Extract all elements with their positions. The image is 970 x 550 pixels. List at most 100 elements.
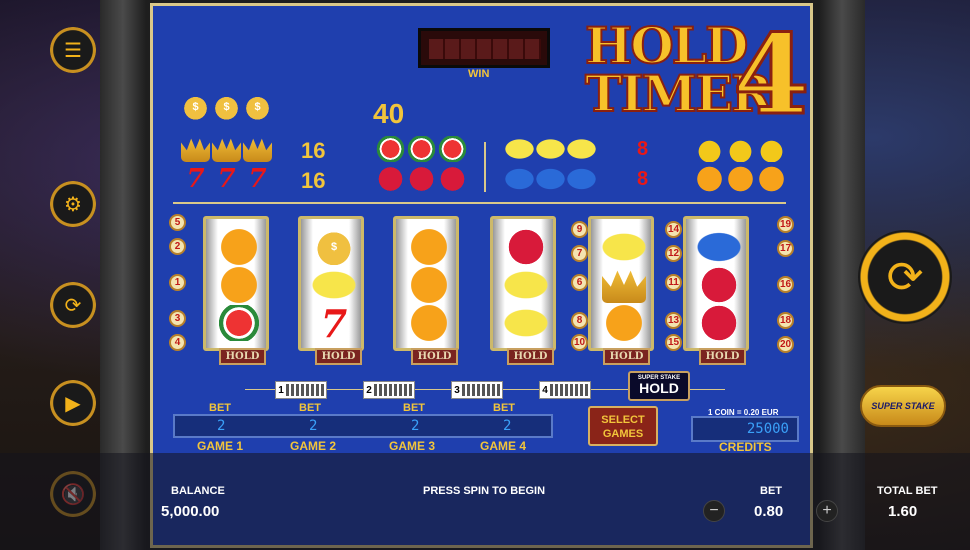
seven-icon: 7 <box>186 164 205 194</box>
money-bag-icon <box>212 94 241 120</box>
line-marker: 20 <box>777 336 794 353</box>
line-marker: 5 <box>169 214 186 231</box>
bet-label: BET <box>299 402 321 414</box>
paytable-divider <box>484 142 486 192</box>
line-marker: 17 <box>777 240 794 257</box>
hold-button-6[interactable]: HOLD <box>699 348 746 365</box>
super-stake-label: SUPER STAKE <box>871 401 935 411</box>
paytable-row-melons <box>376 136 467 162</box>
money-bag-icon <box>181 94 210 120</box>
turbo-button[interactable]: ▶ <box>50 380 96 426</box>
paytable-row-oranges <box>695 166 786 192</box>
money-bag-icon <box>243 94 272 120</box>
raspberry-icon <box>376 166 405 192</box>
win-label: WIN <box>468 68 490 80</box>
orange-icon <box>695 166 724 192</box>
game-meter-3: 3 <box>451 381 503 399</box>
line-marker: 10 <box>571 334 588 351</box>
game-bet-2[interactable]: 2 <box>309 418 317 434</box>
orange-icon <box>757 166 786 192</box>
settings-icon: ⚙ <box>64 193 82 216</box>
credits-label: CREDITS <box>719 440 772 454</box>
settings-button[interactable]: ⚙ <box>50 181 96 227</box>
line-marker: 6 <box>571 274 588 291</box>
reel-1 <box>203 216 269 351</box>
paytable-pay-crowns: 16 <box>301 138 326 163</box>
game-label-4: GAME 4 <box>480 439 527 453</box>
game-bet-1[interactable]: 2 <box>217 418 225 434</box>
menu-button[interactable]: ☰ <box>50 27 96 73</box>
lemon-icon <box>504 305 548 341</box>
watermelon-icon <box>217 305 261 341</box>
game-bet-4[interactable]: 2 <box>503 418 511 434</box>
line-marker: 4 <box>169 334 186 351</box>
bet-decrease-button[interactable]: − <box>703 500 725 522</box>
total-bet-label: TOTAL BET <box>877 485 938 497</box>
paytable-row-plums <box>505 166 596 192</box>
super-stake-button[interactable]: SUPER STAKE <box>860 385 946 427</box>
super-stake-hold-button[interactable]: SUPER STAKE HOLD <box>628 371 690 401</box>
watermelon-icon <box>407 136 436 162</box>
hold-button-4[interactable]: HOLD <box>507 348 554 365</box>
lemon-icon <box>504 267 548 303</box>
line-marker: 13 <box>665 312 682 329</box>
raspberry-icon <box>407 166 436 192</box>
lemon-icon <box>505 136 534 162</box>
line-marker: 3 <box>169 310 186 327</box>
watermelon-icon <box>376 136 405 162</box>
total-bet-value: 1.60 <box>888 503 918 520</box>
game-bet-3[interactable]: 2 <box>411 418 419 434</box>
paytable-pay-bags: 40 <box>373 98 405 129</box>
paytable-row-lemons <box>505 136 596 162</box>
line-marker: 11 <box>665 274 682 291</box>
orange-icon <box>407 267 451 303</box>
paytable-pay-plums: 8 <box>637 168 649 190</box>
spin-icon: ⟳ <box>886 252 924 302</box>
line-marker: 12 <box>665 245 682 262</box>
hold-button-3[interactable]: HOLD <box>411 348 458 365</box>
autoplay-button[interactable]: ⟳ <box>50 282 96 328</box>
plum-icon <box>505 166 534 192</box>
bottom-bar: BALANCE 5,000.00 PRESS SPIN TO BEGIN − B… <box>0 453 970 550</box>
autoplay-icon: ⟳ <box>64 294 82 317</box>
bet-increase-button[interactable]: + <box>816 500 838 522</box>
lemon-icon <box>567 136 596 162</box>
win-display <box>418 28 550 68</box>
game-meter-4: 4 <box>539 381 591 399</box>
reel-4 <box>490 216 556 351</box>
plus-icon: + <box>822 502 832 519</box>
hold-button-1[interactable]: HOLD <box>219 348 266 365</box>
line-marker: 19 <box>777 216 794 233</box>
spin-button[interactable]: ⟳ <box>858 230 952 324</box>
balance-value: 5,000.00 <box>161 503 220 520</box>
paytable-pay-sevens: 16 <box>301 168 326 193</box>
orange-icon <box>602 305 646 341</box>
lemon-leaf-icon <box>757 136 786 162</box>
paytable-row-bags <box>181 94 272 120</box>
seven-icon: 7 <box>217 164 236 194</box>
line-marker: 9 <box>571 221 588 238</box>
crown-icon <box>602 270 646 303</box>
line-marker: 7 <box>571 245 588 262</box>
select-games-button[interactable]: SELECT GAMES <box>588 406 658 446</box>
hold-button-2[interactable]: HOLD <box>315 348 362 365</box>
orange-icon <box>217 229 261 265</box>
line-marker: 15 <box>665 334 682 351</box>
hold-button-5[interactable]: HOLD <box>603 348 650 365</box>
seven-icon: 7 <box>320 300 348 346</box>
paytable-row-sevens: 7 7 7 <box>181 164 272 194</box>
reel-6 <box>683 216 749 351</box>
line-marker: 14 <box>665 221 682 238</box>
money-bag-icon <box>312 229 356 265</box>
bet-label: BET <box>493 402 515 414</box>
plum-icon <box>697 229 741 265</box>
bet-label: BET <box>760 485 782 497</box>
crown-icon <box>181 138 210 162</box>
lemon-leaf-icon <box>695 136 724 162</box>
reel-frame-top <box>173 202 786 204</box>
line-marker: 18 <box>777 312 794 329</box>
credits-display: 25000 <box>691 416 799 442</box>
line-marker: 16 <box>777 276 794 293</box>
plum-icon <box>536 166 565 192</box>
status-message: PRESS SPIN TO BEGIN <box>423 485 546 497</box>
